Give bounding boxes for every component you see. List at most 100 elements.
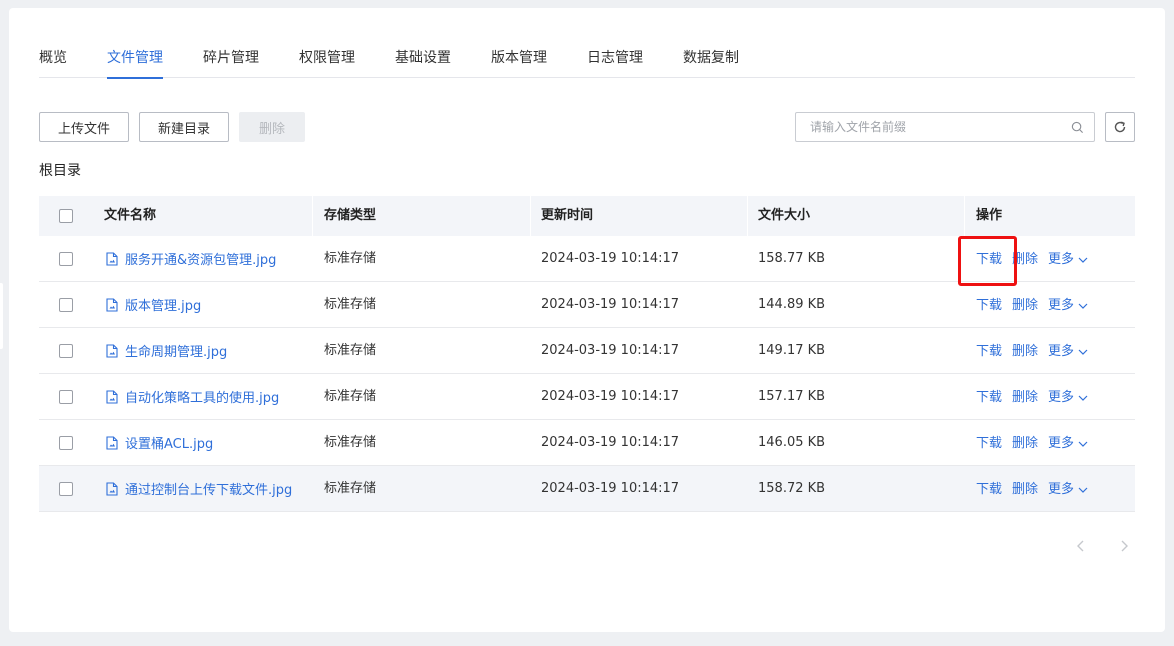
table-row: 生命周期管理.jpg 标准存储 2024-03-19 10:14:17 149.… bbox=[39, 328, 1135, 374]
side-panel-handle[interactable] bbox=[0, 283, 3, 349]
updated-time: 2024-03-19 10:14:17 bbox=[541, 297, 680, 312]
row-checkbox[interactable] bbox=[59, 344, 73, 358]
download-action[interactable]: 下载 bbox=[976, 328, 1002, 375]
chevron-down-icon bbox=[1078, 303, 1088, 309]
search-box bbox=[795, 112, 1095, 142]
file-size: 149.17 KB bbox=[758, 343, 826, 358]
more-label: 更多 bbox=[1048, 390, 1075, 405]
file-table: 文件名称 存储类型 更新时间 文件大小 操作 服务开通&资源包管理.jpg 标准… bbox=[39, 196, 1135, 512]
updated-time: 2024-03-19 10:14:17 bbox=[541, 343, 680, 358]
table-row: 自动化策略工具的使用.jpg 标准存储 2024-03-19 10:14:17 … bbox=[39, 374, 1135, 420]
tab-data-replication[interactable]: 数据复制 bbox=[683, 48, 739, 78]
more-action[interactable]: 更多 bbox=[1048, 328, 1088, 375]
more-action[interactable]: 更多 bbox=[1048, 420, 1088, 467]
delete-action[interactable]: 删除 bbox=[1012, 466, 1038, 513]
storage-type: 标准存储 bbox=[324, 389, 377, 404]
select-all-checkbox[interactable] bbox=[59, 209, 73, 223]
more-action[interactable]: 更多 bbox=[1048, 236, 1088, 283]
download-action[interactable]: 下载 bbox=[976, 236, 1002, 283]
header-storage-type: 存储类型 bbox=[324, 208, 377, 223]
delete-action[interactable]: 删除 bbox=[1012, 374, 1038, 421]
file-name-link[interactable]: 服务开通&资源包管理.jpg bbox=[106, 236, 276, 281]
file-name: 服务开通&资源包管理.jpg bbox=[125, 253, 277, 268]
file-size: 157.17 KB bbox=[758, 389, 826, 404]
tab-overview[interactable]: 概览 bbox=[39, 48, 67, 78]
file-icon bbox=[106, 343, 118, 358]
file-name: 设置桶ACL.jpg bbox=[125, 437, 214, 452]
more-label: 更多 bbox=[1048, 482, 1075, 497]
row-checkbox[interactable] bbox=[59, 482, 73, 496]
delete-action[interactable]: 删除 bbox=[1012, 328, 1038, 375]
file-name-link[interactable]: 设置桶ACL.jpg bbox=[106, 420, 213, 465]
updated-time: 2024-03-19 10:14:17 bbox=[541, 389, 680, 404]
file-size: 146.05 KB bbox=[758, 435, 826, 450]
file-size: 144.89 KB bbox=[758, 297, 826, 312]
storage-type: 标准存储 bbox=[324, 251, 377, 266]
delete-button[interactable]: 删除 bbox=[239, 112, 305, 142]
tab-version-management[interactable]: 版本管理 bbox=[491, 48, 547, 78]
chevron-left-icon[interactable] bbox=[1074, 539, 1088, 553]
header-updated-time: 更新时间 bbox=[541, 208, 594, 223]
more-label: 更多 bbox=[1048, 252, 1075, 267]
search-input[interactable] bbox=[796, 113, 1066, 141]
file-size: 158.77 KB bbox=[758, 251, 826, 266]
row-checkbox[interactable] bbox=[59, 298, 73, 312]
updated-time: 2024-03-19 10:14:17 bbox=[541, 481, 680, 496]
file-name: 通过控制台上传下载文件.jpg bbox=[125, 483, 293, 498]
more-action[interactable]: 更多 bbox=[1048, 466, 1088, 513]
file-icon bbox=[106, 435, 118, 450]
file-name: 版本管理.jpg bbox=[125, 299, 202, 314]
updated-time: 2024-03-19 10:14:17 bbox=[541, 251, 680, 266]
file-manager-card: 概览 文件管理 碎片管理 权限管理 基础设置 版本管理 日志管理 数据复制 上传… bbox=[9, 8, 1165, 632]
more-label: 更多 bbox=[1048, 344, 1075, 359]
download-action[interactable]: 下载 bbox=[976, 420, 1002, 467]
tab-fragment-management[interactable]: 碎片管理 bbox=[203, 48, 259, 78]
new-directory-button[interactable]: 新建目录 bbox=[139, 112, 229, 142]
download-action[interactable]: 下载 bbox=[976, 466, 1002, 513]
storage-type: 标准存储 bbox=[324, 481, 377, 496]
more-action[interactable]: 更多 bbox=[1048, 282, 1088, 329]
breadcrumb-root: 根目录 bbox=[39, 163, 81, 179]
chevron-down-icon bbox=[1078, 487, 1088, 493]
delete-action[interactable]: 删除 bbox=[1012, 420, 1038, 467]
file-icon bbox=[106, 297, 118, 312]
header-operations: 操作 bbox=[976, 208, 1003, 223]
row-checkbox[interactable] bbox=[59, 390, 73, 404]
file-name-link[interactable]: 版本管理.jpg bbox=[106, 282, 201, 327]
row-checkbox[interactable] bbox=[59, 252, 73, 266]
upload-file-button[interactable]: 上传文件 bbox=[39, 112, 129, 142]
chevron-right-icon[interactable] bbox=[1117, 539, 1131, 553]
download-action[interactable]: 下载 bbox=[976, 374, 1002, 421]
storage-type: 标准存储 bbox=[324, 435, 377, 450]
chevron-down-icon bbox=[1078, 395, 1088, 401]
file-name: 自动化策略工具的使用.jpg bbox=[125, 391, 280, 406]
delete-action[interactable]: 删除 bbox=[1012, 236, 1038, 283]
header-file-name: 文件名称 bbox=[104, 208, 157, 223]
tab-bar: 概览 文件管理 碎片管理 权限管理 基础设置 版本管理 日志管理 数据复制 bbox=[39, 48, 1135, 79]
refresh-button[interactable] bbox=[1105, 112, 1135, 142]
tab-basic-settings[interactable]: 基础设置 bbox=[395, 48, 451, 78]
tab-file-management[interactable]: 文件管理 bbox=[107, 48, 163, 79]
row-checkbox[interactable] bbox=[59, 436, 73, 450]
more-label: 更多 bbox=[1048, 436, 1075, 451]
file-icon bbox=[106, 251, 118, 266]
tab-log-management[interactable]: 日志管理 bbox=[587, 48, 643, 78]
file-name-link[interactable]: 生命周期管理.jpg bbox=[106, 328, 227, 373]
file-size: 158.72 KB bbox=[758, 481, 826, 496]
file-icon bbox=[106, 389, 118, 404]
file-name-link[interactable]: 自动化策略工具的使用.jpg bbox=[106, 374, 279, 419]
more-label: 更多 bbox=[1048, 298, 1075, 313]
chevron-down-icon bbox=[1078, 349, 1088, 355]
file-name: 生命周期管理.jpg bbox=[125, 345, 228, 360]
header-file-size: 文件大小 bbox=[758, 208, 811, 223]
download-action[interactable]: 下载 bbox=[976, 282, 1002, 329]
storage-type: 标准存储 bbox=[324, 297, 377, 312]
tab-permission-management[interactable]: 权限管理 bbox=[299, 48, 355, 78]
storage-type: 标准存储 bbox=[324, 343, 377, 358]
search-icon[interactable] bbox=[1071, 121, 1084, 134]
more-action[interactable]: 更多 bbox=[1048, 374, 1088, 421]
table-row: 服务开通&资源包管理.jpg 标准存储 2024-03-19 10:14:17 … bbox=[39, 236, 1135, 282]
file-name-link[interactable]: 通过控制台上传下载文件.jpg bbox=[106, 466, 292, 511]
delete-action[interactable]: 删除 bbox=[1012, 282, 1038, 329]
table-row: 通过控制台上传下载文件.jpg 标准存储 2024-03-19 10:14:17… bbox=[39, 466, 1135, 512]
